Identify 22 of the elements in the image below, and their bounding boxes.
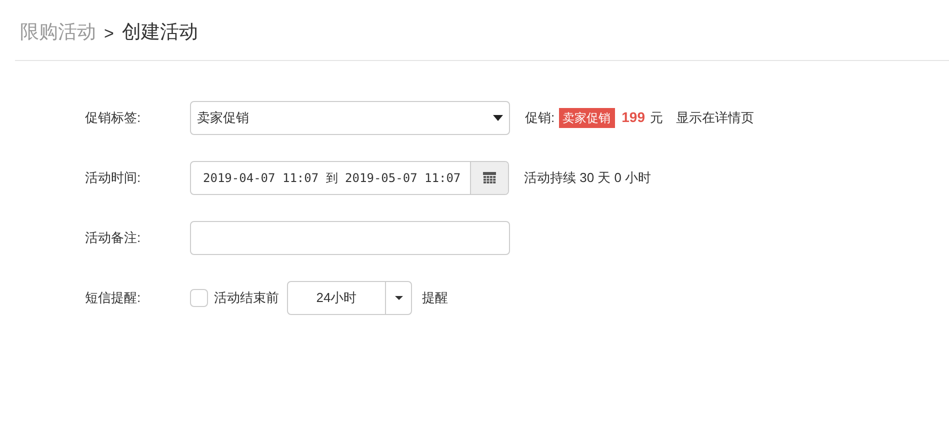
price: 199 xyxy=(622,108,645,127)
field-label: 活动时间: xyxy=(85,168,142,187)
field-label: 活动备注: xyxy=(85,228,142,247)
page-title: 创建活动 xyxy=(122,21,198,45)
remind-text: 提醒 xyxy=(422,288,448,307)
date-range-field[interactable]: 2019-04-07 11:07 到 2019-05-07 11:07 xyxy=(190,160,509,194)
currency-unit: 元 xyxy=(650,108,663,127)
remark-field[interactable] xyxy=(190,220,510,254)
preview-label: 促销: xyxy=(525,108,555,127)
caret-icon xyxy=(493,114,503,120)
breadcrumb-separator: > xyxy=(104,22,114,44)
display-note: 显示在详情页 xyxy=(676,108,754,127)
hours-select[interactable]: 24小时 xyxy=(287,280,412,314)
checkbox[interactable] xyxy=(190,288,208,306)
promo-badge: 卖家促销 xyxy=(558,108,615,128)
field-label: 促销标签: xyxy=(85,108,142,127)
duration-text: 活动持续 30 天 0 小时 xyxy=(524,168,652,187)
calendar-icon xyxy=(483,172,496,184)
caret-icon xyxy=(394,296,402,300)
field-label: 短信提醒: xyxy=(85,288,142,307)
checkbox-label: 活动结束前 xyxy=(214,288,279,307)
promo-tag-select[interactable]: 卖家促销 xyxy=(190,100,510,134)
